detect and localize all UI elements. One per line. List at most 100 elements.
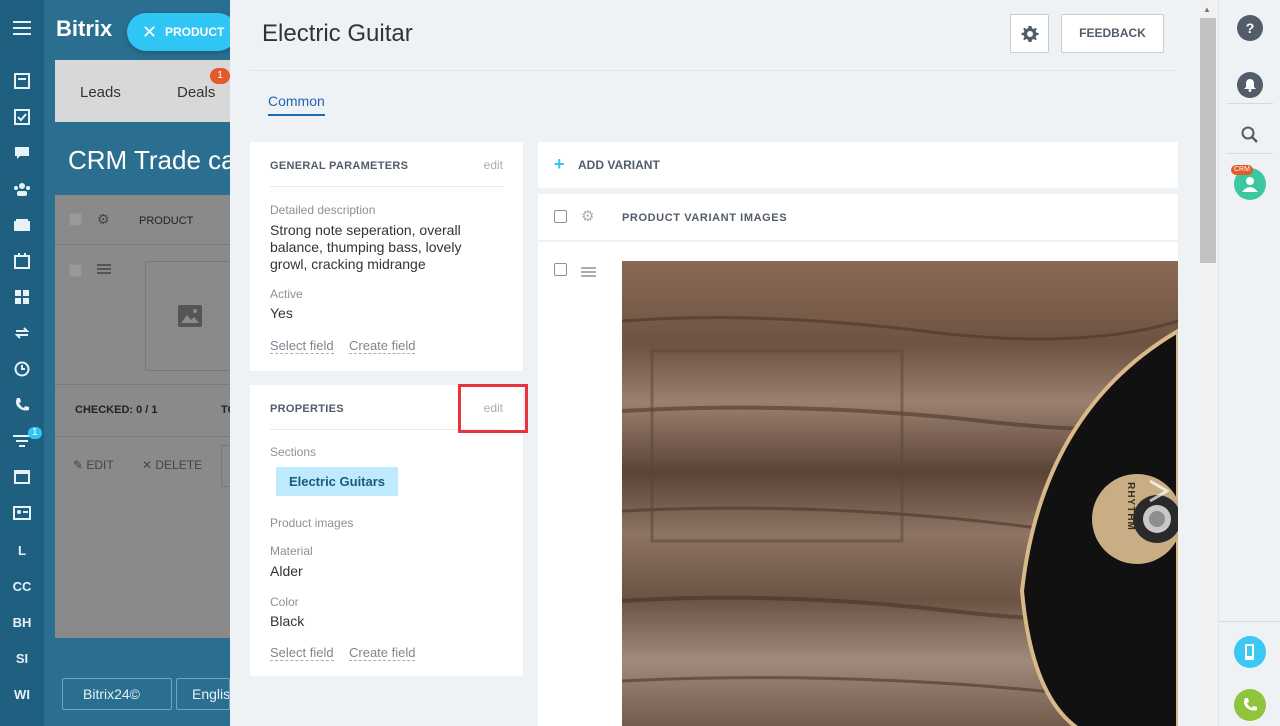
sidebar-divider	[1227, 153, 1273, 154]
nav-item-cc[interactable]: CC	[12, 576, 32, 596]
select-all-checkbox[interactable]	[69, 213, 82, 226]
page-title: CRM Trade catalog	[68, 145, 230, 175]
scrollbar-thumb[interactable]	[1200, 18, 1216, 263]
close-slider-button[interactable]: ✕ PRODUCT	[127, 13, 237, 51]
product-photo[interactable]: RHYTHM	[622, 261, 1178, 726]
edit-action-label: EDIT	[86, 458, 114, 472]
call-icon[interactable]	[1234, 689, 1266, 721]
crm-badge: CRM	[1231, 165, 1253, 175]
table-row	[55, 245, 235, 385]
active-label: Active	[270, 287, 303, 301]
variant-checkbox[interactable]	[554, 263, 567, 276]
variant-images-header: PRODUCT VARIANT IMAGES	[622, 212, 788, 224]
footer-logo[interactable]: Bitrix24©	[62, 678, 172, 710]
general-parameters-card: GENERAL PARAMETERS edit Detailed descrip…	[250, 142, 523, 371]
material-label: Material	[270, 544, 313, 558]
create-field-link[interactable]: Create field	[349, 645, 416, 661]
settings-button[interactable]	[1010, 14, 1049, 53]
grid-header-product: PRODUCT	[139, 215, 194, 227]
bitrix-logo: Bitrix	[56, 16, 113, 41]
right-sidebar: ? CRM	[1218, 0, 1280, 726]
nav-item-si[interactable]: SI	[12, 648, 32, 668]
variant-row: RHYTHM	[538, 242, 1178, 726]
add-variant-label: ADD VARIANT	[578, 158, 660, 172]
edit-action[interactable]: ✎ EDIT	[73, 458, 114, 472]
gear-icon	[1021, 25, 1038, 42]
general-parameters-heading: GENERAL PARAMETERS	[270, 160, 409, 172]
sync-icon[interactable]	[12, 323, 32, 343]
crm-tabs: Leads Deals	[55, 60, 230, 122]
tasks-icon[interactable]	[12, 107, 32, 127]
product-pill-label: PRODUCT	[165, 25, 225, 39]
deals-badge: 1	[210, 68, 230, 84]
delete-action[interactable]: ✕ DELETE	[142, 458, 202, 472]
select-field-link[interactable]: Select field	[270, 645, 334, 661]
mobile-icon[interactable]	[1234, 636, 1266, 668]
sections-label: Sections	[270, 445, 317, 459]
description-label: Detailed description	[270, 203, 376, 217]
select-all-variants-checkbox[interactable]	[554, 210, 567, 223]
photo-art	[622, 316, 1178, 726]
nav-item-bh[interactable]: BH	[12, 612, 32, 632]
tab-deals[interactable]: Deals	[177, 84, 215, 101]
phone-icon[interactable]	[12, 395, 32, 415]
material-value: Alder	[270, 563, 303, 579]
description-value: Strong note seperation, overall balance,…	[270, 222, 462, 272]
feed-icon[interactable]	[12, 71, 32, 91]
language-selector[interactable]: English	[176, 678, 230, 710]
product-slider: Electric Guitar FEEDBACK Common GENERAL …	[230, 0, 1218, 726]
create-field-link[interactable]: Create field	[349, 338, 416, 354]
help-icon[interactable]: ?	[1237, 15, 1263, 41]
sidebar-divider	[1219, 621, 1280, 622]
contacts-icon[interactable]	[12, 179, 32, 199]
search-icon[interactable]	[1237, 122, 1263, 148]
nav-item-l[interactable]: L	[12, 540, 32, 560]
delete-action-label: DELETE	[155, 458, 203, 472]
chat-icon[interactable]	[12, 143, 32, 163]
crm-icon[interactable]	[12, 215, 32, 235]
window-icon[interactable]	[12, 467, 32, 487]
tab-leads[interactable]: Leads	[80, 84, 121, 101]
header-divider	[250, 70, 1176, 71]
time-icon[interactable]	[12, 359, 32, 379]
variants-area: + ADD VARIANT ⚙ PRODUCT VARIANT IMAGES R…	[538, 142, 1178, 726]
id-card-icon[interactable]	[12, 503, 32, 523]
close-icon: ✕	[142, 22, 158, 42]
calendar-icon[interactable]	[12, 251, 32, 271]
properties-heading: PROPERTIES	[270, 403, 344, 415]
image-placeholder-icon	[145, 261, 235, 371]
tab-common[interactable]: Common	[268, 93, 325, 116]
checked-count: CHECKED: 0 / 1	[75, 404, 158, 416]
product-grid: ⚙ PRODUCT CHECKED: 0 / 1 TO ✎ EDIT ✕ DEL…	[55, 195, 236, 638]
row-checkbox[interactable]	[69, 264, 82, 277]
grid-footer: CHECKED: 0 / 1 TO	[55, 385, 236, 437]
bell-icon[interactable]	[1237, 72, 1263, 98]
variant-grid-header: ⚙ PRODUCT VARIANT IMAGES	[538, 194, 1178, 240]
nav-item-wi[interactable]: WI	[12, 684, 32, 704]
color-value: Black	[270, 613, 305, 629]
plus-icon: +	[554, 154, 565, 174]
general-edit-link[interactable]: edit	[484, 158, 503, 172]
product-title: Electric Guitar	[262, 20, 413, 47]
photo-caption: RHYTHM	[1124, 482, 1136, 531]
bg-title-clip: CRM Trade catalog	[44, 122, 230, 195]
card-divider	[270, 186, 503, 187]
drag-handle-icon[interactable]	[97, 261, 111, 279]
add-variant-button[interactable]: + ADD VARIANT	[538, 142, 1178, 188]
drag-handle-icon[interactable]	[581, 264, 596, 282]
scroll-up-arrow[interactable]: ▲	[1203, 5, 1211, 14]
settings-icon[interactable]: ⚙	[97, 211, 110, 228]
left-nav: 1 L CC BH SI WI	[0, 0, 44, 726]
grid-header-row: ⚙ PRODUCT	[55, 195, 230, 245]
active-value: Yes	[270, 305, 293, 321]
apps-icon[interactable]	[12, 287, 32, 307]
gear-icon[interactable]: ⚙	[581, 207, 594, 225]
color-label: Color	[270, 595, 299, 609]
filter-badge: 1	[28, 427, 42, 439]
feedback-button[interactable]: FEEDBACK	[1061, 14, 1164, 53]
sidebar-divider	[1227, 103, 1273, 104]
select-field-link[interactable]: Select field	[270, 338, 334, 354]
highlight-box	[458, 384, 528, 433]
menu-icon[interactable]	[12, 18, 32, 38]
section-tag[interactable]: Electric Guitars	[276, 467, 398, 496]
